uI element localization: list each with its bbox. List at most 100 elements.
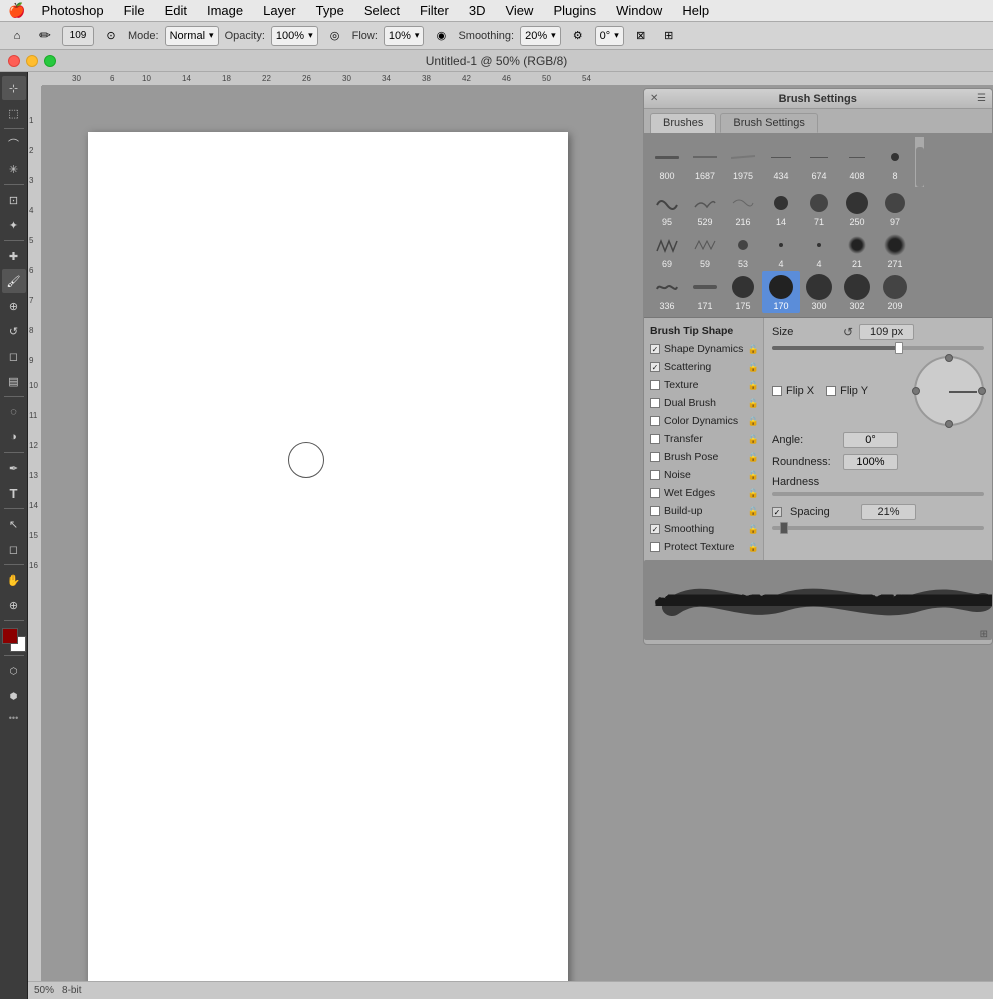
dual-brush-item[interactable]: Dual Brush 🔒: [644, 394, 763, 412]
menu-layer[interactable]: Layer: [255, 1, 304, 20]
expand-icon[interactable]: ⊞: [980, 629, 988, 640]
brush-tool-icon[interactable]: ✏: [34, 25, 56, 47]
transfer-checkbox[interactable]: [650, 434, 660, 444]
brush-cell-434[interactable]: 434: [762, 141, 800, 183]
flow-dropdown[interactable]: 10%: [384, 26, 425, 46]
scattering-checkbox[interactable]: ✓: [650, 362, 660, 372]
opacity-dropdown[interactable]: 100%: [271, 26, 318, 46]
path-selection-tool[interactable]: ↖: [2, 512, 26, 536]
texture-checkbox[interactable]: [650, 380, 660, 390]
color-dynamics-checkbox[interactable]: [650, 416, 660, 426]
menu-select[interactable]: Select: [356, 1, 408, 20]
magic-wand-tool[interactable]: ✳: [2, 157, 26, 181]
screen-mode-toggle[interactable]: ⬢: [2, 684, 26, 708]
shape-dynamics-checkbox[interactable]: ✓: [650, 344, 660, 354]
zoom-tool[interactable]: ⊕: [2, 593, 26, 617]
brush-grid-scrollbar[interactable]: [914, 137, 924, 187]
brush-cell-4a[interactable]: 4: [762, 229, 800, 271]
menu-type[interactable]: Type: [308, 1, 352, 20]
menu-view[interactable]: View: [497, 1, 541, 20]
gradient-tool[interactable]: ▤: [2, 369, 26, 393]
protect-texture-item[interactable]: Protect Texture 🔒: [644, 538, 763, 556]
menu-file[interactable]: File: [116, 1, 153, 20]
brush-cell-71[interactable]: 71: [800, 187, 838, 229]
brush-cell-800[interactable]: 800: [648, 141, 686, 183]
canvas-area[interactable]: 30 6 10 14 18 22 26 30 34 38 42 46 50 54…: [28, 72, 993, 999]
menu-filter[interactable]: Filter: [412, 1, 457, 20]
type-tool[interactable]: T: [2, 481, 26, 505]
hand-tool[interactable]: ✋: [2, 568, 26, 592]
brush-cell-302[interactable]: 302: [838, 271, 876, 313]
brush-cell-8[interactable]: 8: [876, 141, 914, 183]
brush-cell-271[interactable]: 271: [876, 229, 914, 271]
angle-handle-left[interactable]: [912, 387, 920, 395]
brush-cell-216[interactable]: 216: [724, 187, 762, 229]
brush-cell-1975[interactable]: 1975: [724, 141, 762, 183]
angle-handle-right[interactable]: [978, 387, 986, 395]
brush-cell-95[interactable]: 95: [648, 187, 686, 229]
home-icon[interactable]: ⌂: [6, 25, 28, 47]
smoothing-item[interactable]: ✓ Smoothing 🔒: [644, 520, 763, 538]
texture-item[interactable]: Texture 🔒: [644, 376, 763, 394]
eyedropper-tool[interactable]: ✦: [2, 213, 26, 237]
shape-dynamics-item[interactable]: ✓ Shape Dynamics 🔒: [644, 340, 763, 358]
brush-pose-checkbox[interactable]: [650, 452, 660, 462]
minimize-button[interactable]: [26, 55, 38, 67]
wet-edges-item[interactable]: Wet Edges 🔒: [644, 484, 763, 502]
dodge-tool[interactable]: ◑: [2, 425, 26, 449]
angle-input[interactable]: 0°: [595, 26, 624, 46]
menu-3d[interactable]: 3D: [461, 1, 494, 20]
noise-item[interactable]: Noise 🔒: [644, 466, 763, 484]
airbrush-icon[interactable]: ◉: [430, 25, 452, 47]
brush-cell-69[interactable]: 69: [648, 229, 686, 271]
eraser-tool[interactable]: ◻: [2, 344, 26, 368]
spacing-slider-track[interactable]: [772, 526, 984, 530]
pressure-opacity-icon[interactable]: ◎: [324, 25, 346, 47]
brush-cell-53[interactable]: 53: [724, 229, 762, 271]
brush-cell-171[interactable]: 171: [686, 271, 724, 313]
color-swatches[interactable]: [2, 628, 26, 652]
smoothing-checkbox[interactable]: ✓: [650, 524, 660, 534]
spacing-slider-thumb[interactable]: [780, 522, 788, 534]
buildup-item[interactable]: Build-up 🔒: [644, 502, 763, 520]
mode-dropdown[interactable]: Normal: [165, 26, 219, 46]
angle-input[interactable]: [843, 432, 898, 448]
brush-tip-shape-header[interactable]: Brush Tip Shape: [644, 322, 763, 340]
menu-help[interactable]: Help: [674, 1, 717, 20]
menu-window[interactable]: Window: [608, 1, 670, 20]
brush-size-value[interactable]: 109: [62, 26, 94, 46]
brush-cell-674[interactable]: 674: [800, 141, 838, 183]
maximize-button[interactable]: [44, 55, 56, 67]
panel-close-button[interactable]: ✕: [650, 93, 658, 104]
color-dynamics-item[interactable]: Color Dynamics 🔒: [644, 412, 763, 430]
brush-cell-408[interactable]: 408: [838, 141, 876, 183]
brush-cell-170[interactable]: 170: [762, 271, 800, 313]
brush-cell-97[interactable]: 97: [876, 187, 914, 229]
flip-y-checkbox[interactable]: [826, 386, 836, 396]
pen-tool[interactable]: ✒: [2, 456, 26, 480]
apple-menu[interactable]: 🍎: [8, 2, 25, 19]
spacing-checkbox[interactable]: ✓: [772, 507, 782, 517]
brush-cell-4b[interactable]: 4: [800, 229, 838, 271]
move-tool[interactable]: ⊹: [2, 76, 26, 100]
close-button[interactable]: [8, 55, 20, 67]
blur-tool[interactable]: ◌: [2, 400, 26, 424]
wet-edges-checkbox[interactable]: [650, 488, 660, 498]
tab-brush-settings[interactable]: Brush Settings: [720, 113, 818, 133]
roundness-input[interactable]: [843, 454, 898, 470]
angle-preview-circle[interactable]: [914, 356, 984, 426]
smoothing-dropdown[interactable]: 20%: [520, 26, 561, 46]
buildup-checkbox[interactable]: [650, 506, 660, 516]
shape-tool[interactable]: ◻: [2, 537, 26, 561]
brush-cell-300[interactable]: 300: [800, 271, 838, 313]
brush-tool[interactable]: 🖌: [2, 269, 26, 293]
dual-brush-checkbox[interactable]: [650, 398, 660, 408]
clone-stamp-tool[interactable]: ⊕: [2, 294, 26, 318]
marquee-tool[interactable]: ⬚: [2, 101, 26, 125]
size-slider-track[interactable]: [772, 346, 984, 350]
document-canvas[interactable]: [88, 132, 568, 992]
smoothing-settings-icon[interactable]: ⚙: [567, 25, 589, 47]
flip-x-checkbox[interactable]: [772, 386, 782, 396]
noise-checkbox[interactable]: [650, 470, 660, 480]
healing-tool[interactable]: ✚: [2, 244, 26, 268]
